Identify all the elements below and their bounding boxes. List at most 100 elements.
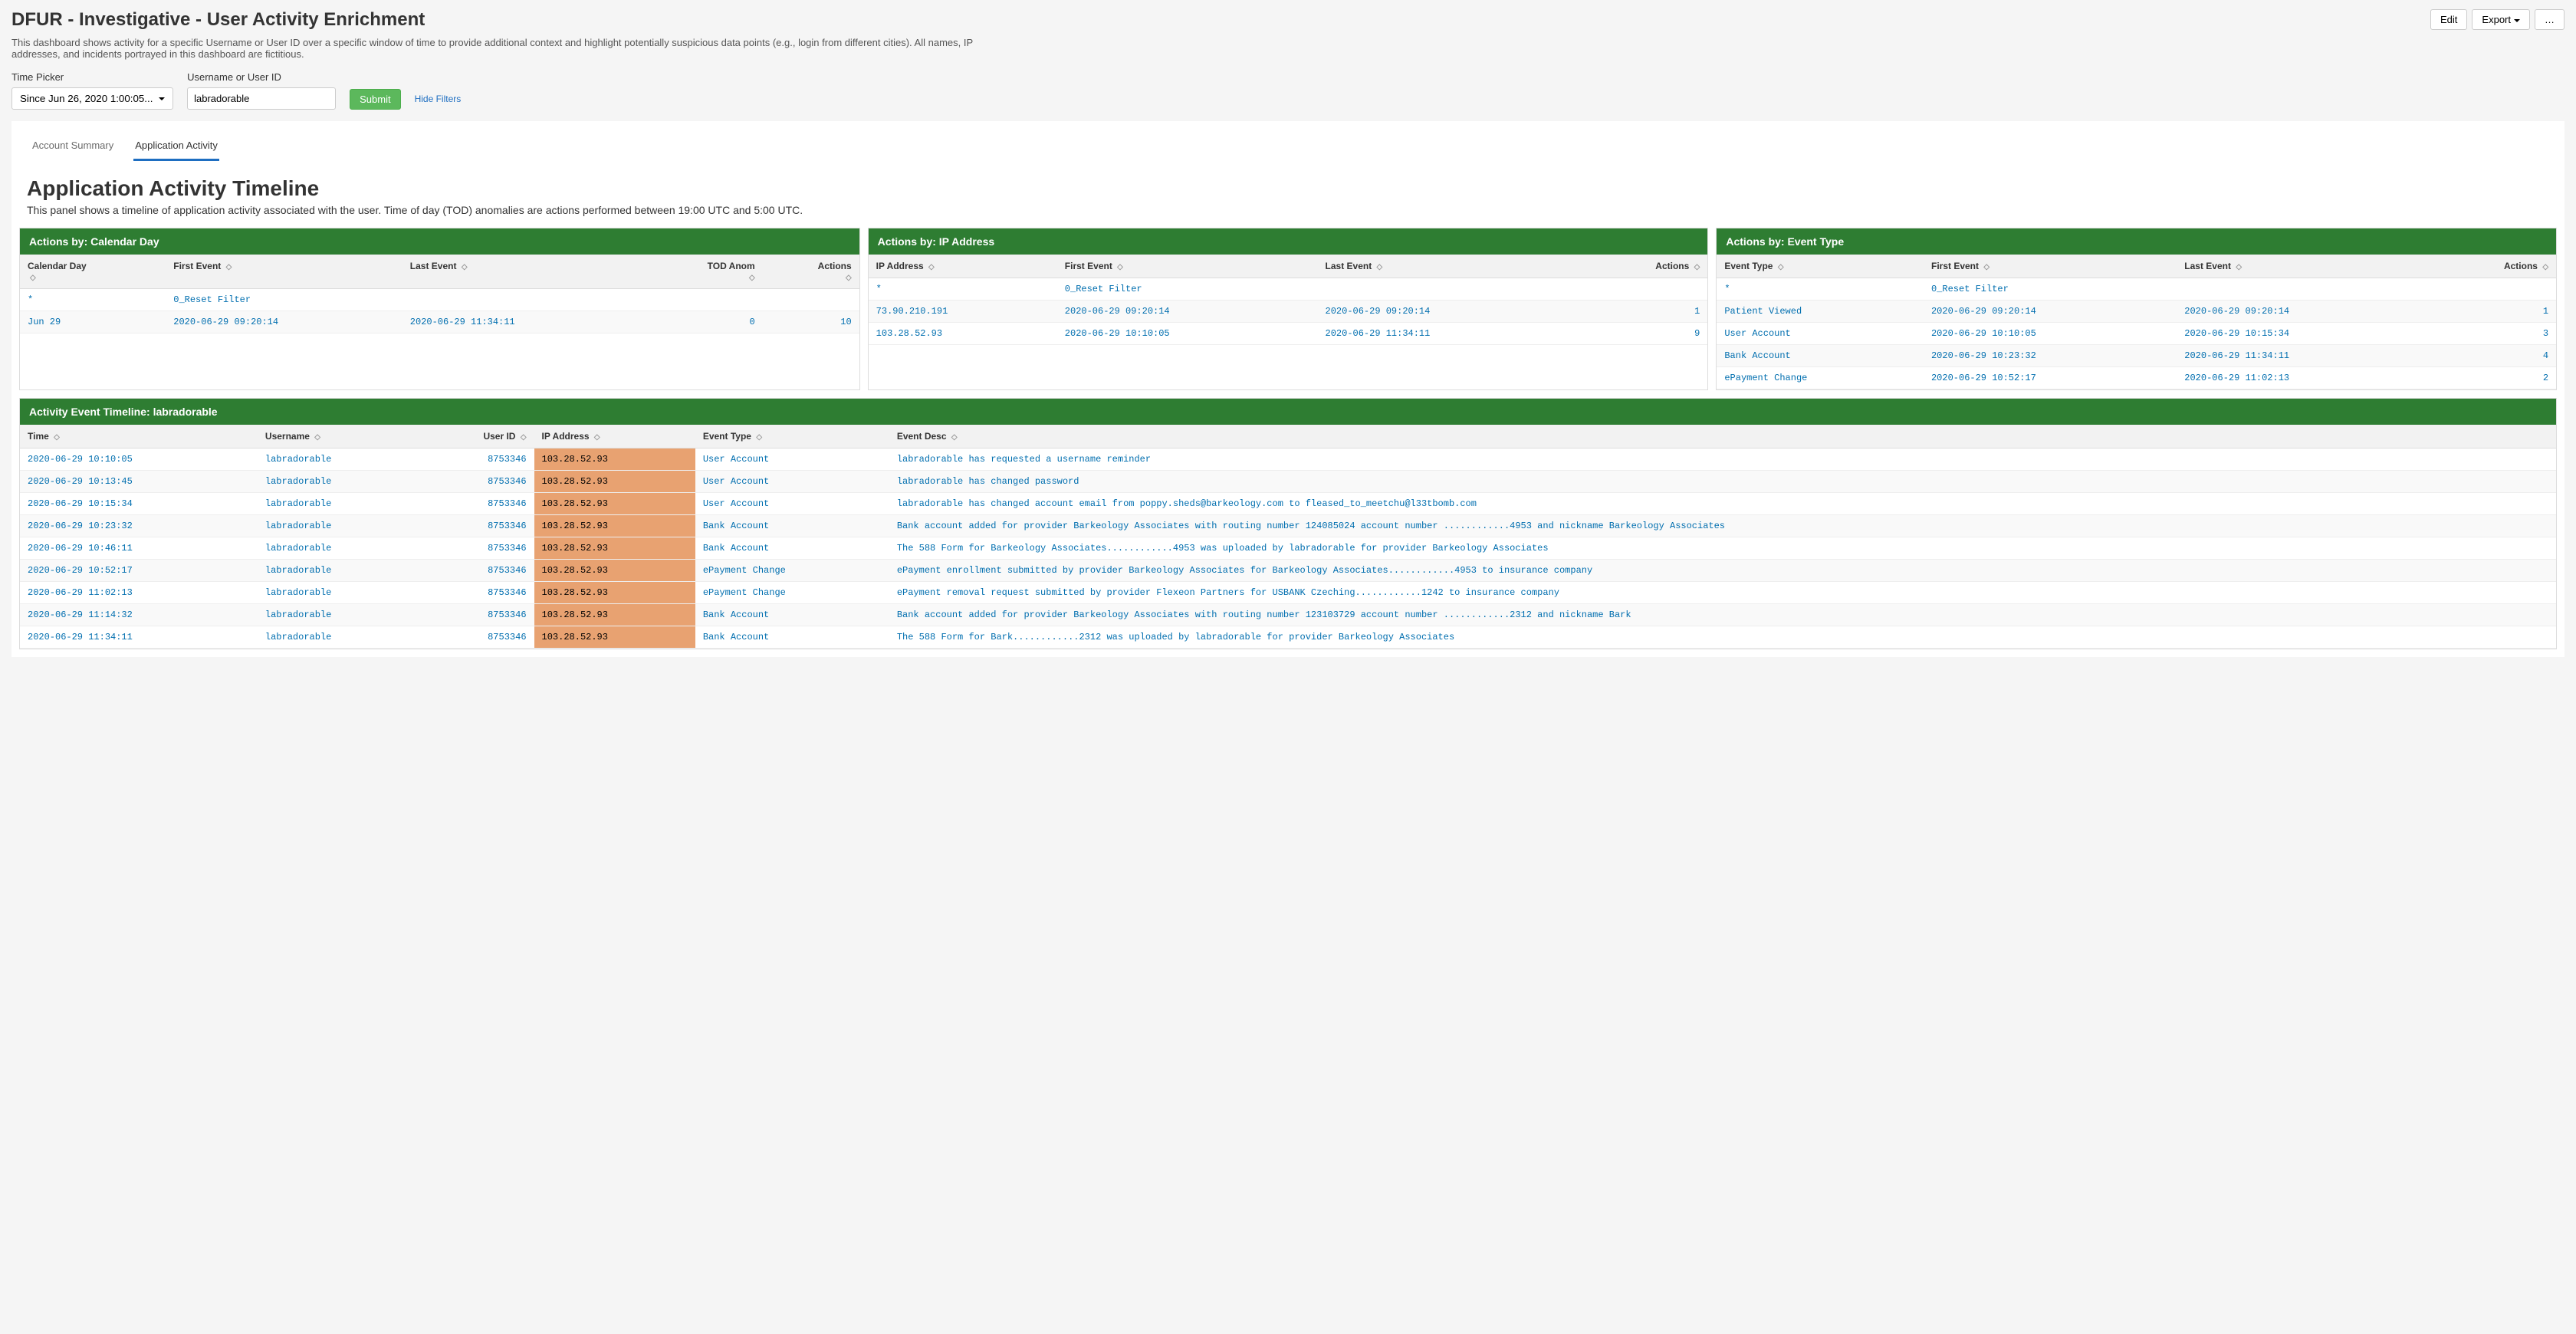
table-row[interactable]: 2020-06-29 11:14:32labradorable875334610… [20,604,2556,626]
col-user-id[interactable]: User ID ◇ [419,425,534,449]
sort-icon: ◇ [1117,263,1123,271]
submit-button[interactable]: Submit [350,89,400,110]
cell-actions: 4 [2430,345,2556,367]
table-row[interactable]: 2020-06-29 10:46:11labradorable875334610… [20,537,2556,560]
col-last-event[interactable]: Last Event ◇ [2177,255,2430,278]
col-actions[interactable]: Actions◇ [763,255,859,289]
col-first-event[interactable]: First Event ◇ [166,255,402,289]
table-row[interactable]: 73.90.210.191 2020-06-29 09:20:14 2020-0… [869,301,1708,323]
table-row[interactable]: Bank Account 2020-06-29 10:23:32 2020-06… [1717,345,2556,367]
col-label: Actions [818,261,852,271]
col-actions[interactable]: Actions ◇ [2430,255,2556,278]
table-row[interactable]: 2020-06-29 10:23:32labradorable875334610… [20,515,2556,537]
cell-user-id: 8753346 [419,449,534,471]
col-last-event[interactable]: Last Event ◇ [1318,255,1579,278]
cell-username: labradorable [258,471,419,493]
table-row[interactable]: 2020-06-29 10:10:05labradorable875334610… [20,449,2556,471]
col-tod-anom[interactable]: TOD Anom◇ [639,255,762,289]
col-ip[interactable]: IP Address ◇ [869,255,1057,278]
cell-et: ePayment Change [1717,367,1924,389]
table-row[interactable]: 2020-06-29 11:02:13labradorable875334610… [20,582,2556,604]
cell-event-type: ePayment Change [695,582,889,604]
cell-first: 0_Reset Filter [1924,278,2177,301]
hide-filters-link[interactable]: Hide Filters [415,94,462,104]
cell-first: 2020-06-29 09:20:14 [1057,301,1318,323]
filter-bar: Time Picker Since Jun 26, 2020 1:00:05..… [12,71,2564,110]
user-input-label: Username or User ID [187,71,336,83]
col-label: First Event [173,261,221,271]
col-actions[interactable]: Actions ◇ [1578,255,1707,278]
cell-actions [763,289,859,311]
col-label: User ID [483,431,515,442]
table-row[interactable]: 103.28.52.93 2020-06-29 10:10:05 2020-06… [869,323,1708,345]
sort-icon: ◇ [54,433,60,442]
table-row[interactable]: 2020-06-29 10:13:45labradorable875334610… [20,471,2556,493]
col-username[interactable]: Username ◇ [258,425,419,449]
table-row[interactable]: 2020-06-29 10:52:17labradorable875334610… [20,560,2556,582]
sort-icon: ◇ [594,433,600,442]
table-row[interactable]: 2020-06-29 11:34:11labradorable875334610… [20,626,2556,649]
col-first-event[interactable]: First Event ◇ [1924,255,2177,278]
tab-account-summary[interactable]: Account Summary [31,135,115,161]
cell-last: 2020-06-29 09:20:14 [1318,301,1579,323]
cell-event-desc: ePayment enrollment submitted by provide… [889,560,2556,582]
col-event-desc[interactable]: Event Desc ◇ [889,425,2556,449]
cell-username: labradorable [258,537,419,560]
time-picker[interactable]: Since Jun 26, 2020 1:00:05... [12,87,173,110]
sort-icon: ◇ [1778,263,1784,271]
cell-username: labradorable [258,604,419,626]
tab-application-activity[interactable]: Application Activity [133,135,219,161]
col-ip-address[interactable]: IP Address ◇ [534,425,695,449]
cell-tod [639,289,762,311]
cell-time: 2020-06-29 11:14:32 [20,604,258,626]
col-label: Actions [1655,261,1689,271]
cell-event-desc: Bank account added for provider Barkeolo… [889,515,2556,537]
cell-event-desc: ePayment removal request submitted by pr… [889,582,2556,604]
col-calendar-day[interactable]: Calendar Day ◇ [20,255,166,289]
col-last-event[interactable]: Last Event ◇ [402,255,639,289]
cell-et: Bank Account [1717,345,1924,367]
table-row[interactable]: ePayment Change 2020-06-29 10:52:17 2020… [1717,367,2556,389]
table-row[interactable]: * 0_Reset Filter [1717,278,2556,301]
cell-ip: 73.90.210.191 [869,301,1057,323]
col-label: Event Type [703,431,751,442]
col-label: Username [265,431,310,442]
col-time[interactable]: Time ◇ [20,425,258,449]
export-button[interactable]: Export [2472,9,2530,30]
cell-et: Patient Viewed [1717,301,1924,323]
panel-activity-timeline: Activity Event Timeline: labradorable Ti… [19,398,2557,649]
cell-last [2177,278,2430,301]
cell-event-type: Bank Account [695,515,889,537]
user-input[interactable] [187,87,336,110]
panel-header: Activity Event Timeline: labradorable [20,399,2556,425]
table-row[interactable]: * 0_Reset Filter [20,289,859,311]
more-button[interactable]: … [2535,9,2564,30]
table-row[interactable]: 2020-06-29 10:15:34labradorable875334610… [20,493,2556,515]
cell-last: 2020-06-29 11:34:11 [1318,323,1579,345]
cell-event-desc: The 588 Form for Barkeology Associates..… [889,537,2556,560]
col-first-event[interactable]: First Event ◇ [1057,255,1318,278]
table-row[interactable]: Patient Viewed 2020-06-29 09:20:14 2020-… [1717,301,2556,323]
table-row[interactable]: User Account 2020-06-29 10:10:05 2020-06… [1717,323,2556,345]
sort-icon: ◇ [30,274,36,282]
sort-icon: ◇ [226,263,232,271]
edit-button[interactable]: Edit [2430,9,2467,30]
panel-actions-by-ip: Actions by: IP Address IP Address ◇ Firs… [868,228,1709,390]
sort-icon: ◇ [951,433,958,442]
col-event-type[interactable]: Event Type ◇ [695,425,889,449]
sort-icon: ◇ [2542,263,2548,271]
cell-user-id: 8753346 [419,604,534,626]
cell-user-id: 8753346 [419,582,534,604]
table-row[interactable]: Jun 29 2020-06-29 09:20:14 2020-06-29 11… [20,311,859,334]
cell-first: 2020-06-29 09:20:14 [1924,301,2177,323]
cell-actions: 9 [1578,323,1707,345]
cell-day: Jun 29 [20,311,166,334]
cell-username: labradorable [258,582,419,604]
cell-last: 2020-06-29 11:34:11 [402,311,639,334]
cell-first: 0_Reset Filter [1057,278,1318,301]
sort-icon: ◇ [314,433,320,442]
export-label: Export [2482,14,2511,25]
col-label: Calendar Day [28,261,87,271]
col-event-type[interactable]: Event Type ◇ [1717,255,1924,278]
table-row[interactable]: * 0_Reset Filter [869,278,1708,301]
